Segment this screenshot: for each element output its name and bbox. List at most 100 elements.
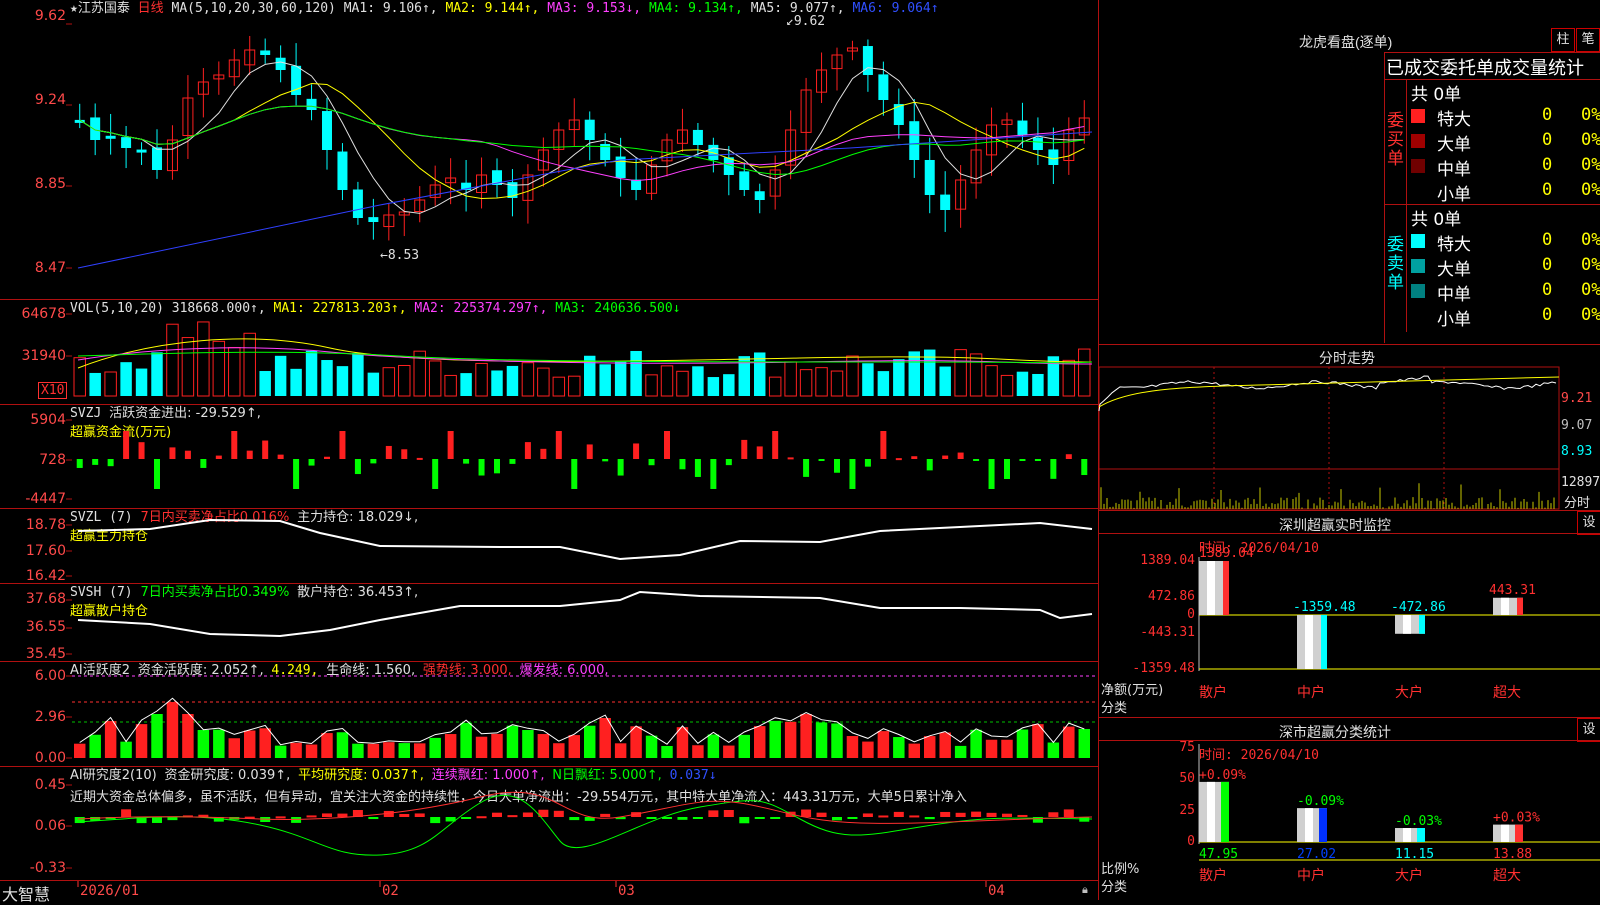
order-type: 小单 bbox=[1437, 185, 1471, 205]
fundflow-bar bbox=[463, 459, 470, 464]
candle-body bbox=[878, 74, 889, 100]
order-row: 大单 0 0% bbox=[1411, 255, 1600, 280]
ai-activity-bars bbox=[66, 675, 1098, 759]
tick-view-button[interactable]: 笔 bbox=[1576, 28, 1600, 52]
bar-view-button[interactable]: 柱 bbox=[1551, 28, 1575, 52]
main-holding-panel[interactable]: SVZL (7) 7日内买卖净占比0.016% 主力持仓: 18.029↓, 超… bbox=[0, 509, 1099, 584]
volume-bar bbox=[830, 370, 844, 397]
activity-bar bbox=[599, 718, 611, 758]
research-bar bbox=[492, 812, 502, 817]
volume-bar bbox=[475, 362, 488, 397]
volume-bar bbox=[877, 371, 890, 396]
research-bar bbox=[646, 817, 657, 819]
fundflow-bar bbox=[1019, 459, 1026, 461]
fundflow-bar bbox=[524, 442, 531, 459]
fundflow-bars bbox=[66, 419, 1088, 500]
order-percent: 0% bbox=[1581, 105, 1600, 125]
research-bar bbox=[940, 811, 951, 817]
classify-bar-edge bbox=[1417, 828, 1425, 842]
monitor-bar-edge bbox=[1419, 615, 1425, 634]
research-bar bbox=[847, 817, 858, 819]
candle-body bbox=[940, 194, 951, 210]
legend-swatch bbox=[1411, 259, 1425, 273]
monitor-bar-highlight bbox=[1207, 561, 1215, 615]
order-row: 中单 0 0% bbox=[1411, 155, 1600, 180]
order-percent: 0% bbox=[1581, 280, 1600, 300]
ai-activity-panel[interactable]: AI活跃度2 资金活跃度: 2.052↑, 4.249, 生命线: 1.560,… bbox=[0, 662, 1099, 767]
monitor-bar-highlight bbox=[1501, 597, 1509, 615]
research-bar bbox=[893, 811, 904, 817]
volume-bar bbox=[367, 372, 380, 396]
retail-holding-line bbox=[66, 590, 1093, 655]
volume-panel[interactable]: VOL(5,10,20) 318668.000↑, MA1: 227813.20… bbox=[0, 300, 1099, 405]
research-bar bbox=[816, 812, 827, 817]
monitor-bar bbox=[1493, 597, 1523, 615]
candle-body bbox=[306, 98, 317, 110]
volume-bar bbox=[939, 366, 951, 396]
candle-body bbox=[105, 135, 116, 139]
research-bar bbox=[476, 816, 487, 819]
classify-bar-highlight bbox=[1305, 808, 1313, 842]
monitor-bar bbox=[1297, 615, 1327, 669]
monitor-value-label: 1389.04 bbox=[1199, 546, 1254, 561]
fundflow-bar bbox=[432, 459, 439, 489]
fundflow-bar bbox=[1065, 454, 1072, 459]
order-percent: 0% bbox=[1581, 255, 1600, 275]
activity-bar bbox=[444, 734, 457, 758]
volume-bar bbox=[151, 352, 163, 396]
candle-body bbox=[631, 179, 642, 190]
research-bar bbox=[739, 817, 750, 824]
candle-body bbox=[121, 137, 132, 148]
intraday-panel[interactable]: 分时走势 9.21 9.07 8.93 12897 分时 bbox=[1098, 345, 1600, 511]
activity-bar bbox=[213, 729, 225, 758]
sell-side-label: 委卖单 bbox=[1387, 235, 1404, 293]
research-bar bbox=[337, 813, 348, 817]
volume-bar bbox=[784, 361, 797, 397]
fundflow-bar bbox=[942, 455, 949, 459]
classify-category-label: 超大 bbox=[1493, 868, 1521, 884]
research-bar bbox=[569, 817, 580, 821]
volume-bar bbox=[197, 321, 210, 397]
buy-total: 共 0单 bbox=[1411, 85, 1462, 105]
activity-bar bbox=[723, 745, 735, 758]
activity-bar bbox=[893, 737, 905, 758]
fundflow-bar bbox=[1034, 459, 1041, 461]
candle-panel[interactable]: ★江苏国泰 日线 MA(5,10,20,30,60,120) MA1: 9.10… bbox=[0, 0, 1099, 300]
research-bar bbox=[1048, 812, 1059, 817]
order-count: 0 bbox=[1542, 155, 1553, 175]
fundflow-bar bbox=[308, 459, 315, 466]
fundflow-bar bbox=[540, 448, 547, 459]
activity-bar bbox=[800, 714, 812, 758]
fundflow-panel[interactable]: SVZJ 活跃资金进出: -29.529↑, 超赢资金流(万元) 5904 72… bbox=[0, 405, 1099, 509]
volume-bar bbox=[954, 349, 967, 397]
volume-bar bbox=[120, 362, 132, 396]
retail-holding-panel[interactable]: SVSH (7) 7日内买卖净占比0.349% 散户持仓: 36.453↑, 超… bbox=[0, 584, 1099, 662]
fundflow-bar bbox=[710, 459, 717, 489]
candlestick-chart[interactable] bbox=[0, 0, 1098, 299]
monitor-bar bbox=[1395, 615, 1425, 634]
volume-bar bbox=[985, 365, 998, 397]
activity-bar bbox=[1078, 728, 1090, 758]
tab-volume-stats[interactable]: 成交量统计 bbox=[1494, 54, 1584, 80]
research-bar bbox=[322, 813, 332, 817]
volume-bar bbox=[893, 359, 905, 396]
activity-bar bbox=[1001, 739, 1013, 758]
research-bar bbox=[832, 817, 842, 821]
activity-bar bbox=[135, 724, 148, 758]
volume-bar bbox=[491, 370, 503, 396]
volume-bar bbox=[135, 368, 148, 396]
fundflow-bar bbox=[864, 459, 871, 467]
activity-bar bbox=[352, 743, 364, 758]
classify-change-label: -0.09% bbox=[1297, 794, 1344, 809]
volume-bar bbox=[707, 377, 720, 396]
classify-bar-highlight bbox=[1403, 828, 1411, 842]
research-bar bbox=[399, 813, 410, 817]
volume-bar bbox=[723, 374, 735, 396]
ai-research-panel[interactable]: AI研究度2(10) 资金研究度: 0.039↑, 平均研究度: 0.037↑,… bbox=[0, 767, 1099, 881]
volume-bar bbox=[212, 340, 226, 397]
ai-research-chart bbox=[66, 784, 1093, 869]
research-bar bbox=[553, 810, 564, 817]
activity-bar bbox=[661, 745, 673, 758]
fundflow-bar bbox=[509, 459, 516, 464]
tab-filled-orders[interactable]: 已成交委托单 bbox=[1386, 54, 1494, 80]
